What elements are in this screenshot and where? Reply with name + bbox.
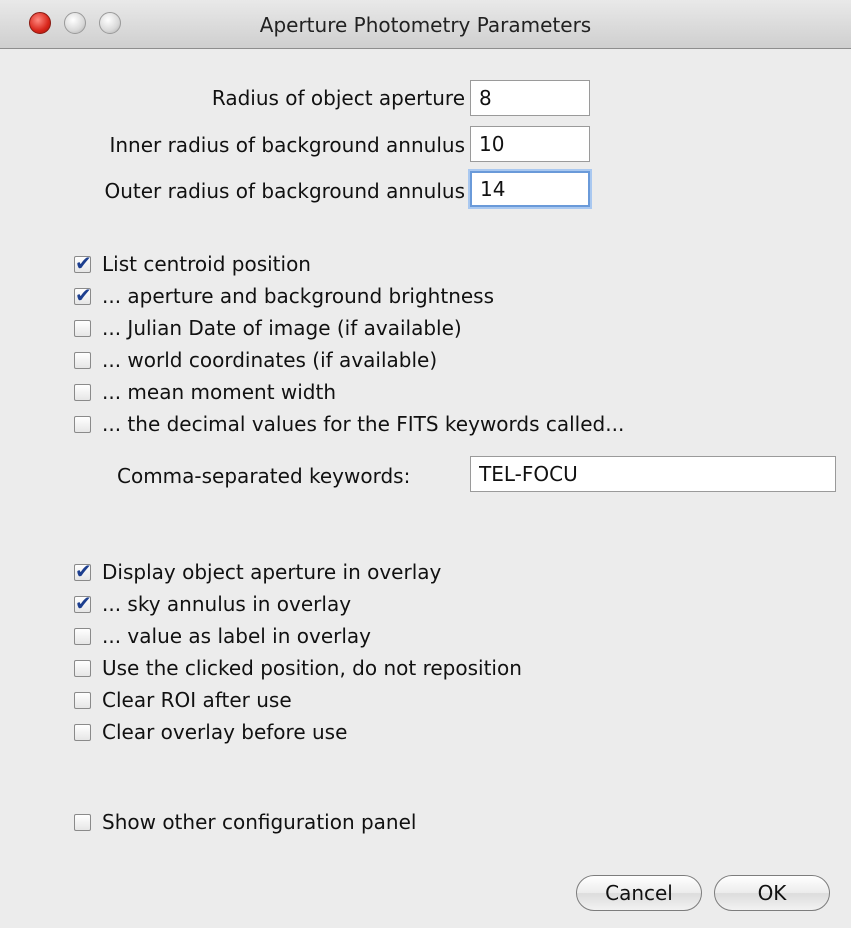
clicked-position-checkbox[interactable]: Use the clicked position, do not reposit… [74, 654, 522, 682]
window-title: Aperture Photometry Parameters [259, 13, 592, 37]
aperture-photometry-dialog: Aperture Photometry Parameters Radius of… [0, 0, 851, 928]
checkbox-label: Display object aperture in overlay [102, 560, 442, 584]
keywords-label: Comma-separated keywords: [117, 464, 411, 488]
outer-annulus-radius-label: Outer radius of background annulus [104, 179, 465, 203]
show-config-panel-checkbox[interactable]: Show other configuration panel [74, 808, 416, 836]
checkbox-label: ... value as label in overlay [102, 624, 372, 648]
brightness-checkbox[interactable]: ... aperture and background brightness [74, 282, 494, 310]
checkbox-label: ... aperture and background brightness [102, 284, 495, 308]
clear-roi-checkbox[interactable]: Clear ROI after use [74, 686, 292, 714]
checkbox-label: ... world coordinates (if available) [102, 348, 438, 372]
checkbox-label: Clear overlay before use [102, 720, 348, 744]
checkbox-icon[interactable] [74, 591, 92, 615]
inner-annulus-radius-input[interactable] [470, 126, 590, 162]
checkbox-icon[interactable] [74, 659, 91, 677]
checkbox-icon[interactable] [74, 813, 91, 831]
display-aperture-overlay-checkbox[interactable]: Display object aperture in overlay [74, 558, 441, 586]
title-bar[interactable]: Aperture Photometry Parameters [0, 0, 851, 49]
checkbox-icon[interactable] [74, 351, 91, 369]
checkbox-icon[interactable] [74, 283, 92, 307]
ok-button[interactable]: OK [714, 875, 830, 911]
moment-width-checkbox[interactable]: ... mean moment width [74, 378, 336, 406]
checkbox-label: List centroid position [102, 252, 311, 276]
sky-annulus-overlay-checkbox[interactable]: ... sky annulus in overlay [74, 590, 351, 618]
checkbox-icon[interactable] [74, 251, 92, 275]
outer-annulus-radius-input[interactable] [470, 171, 590, 207]
clear-overlay-checkbox[interactable]: Clear overlay before use [74, 718, 347, 746]
object-aperture-radius-label: Radius of object aperture [211, 86, 465, 110]
checkbox-icon[interactable] [74, 415, 91, 433]
list-centroid-checkbox[interactable]: List centroid position [74, 250, 311, 278]
checkbox-label: Use the clicked position, do not reposit… [102, 656, 522, 680]
checkbox-label: Show other configuration panel [102, 810, 417, 834]
checkbox-icon[interactable] [74, 691, 91, 709]
world-coordinates-checkbox[interactable]: ... world coordinates (if available) [74, 346, 437, 374]
checkbox-icon[interactable] [74, 383, 91, 401]
cancel-button[interactable]: Cancel [576, 875, 702, 911]
checkbox-icon[interactable] [74, 627, 91, 645]
keywords-input[interactable] [470, 456, 836, 492]
checkbox-label: ... sky annulus in overlay [102, 592, 352, 616]
checkbox-icon[interactable] [74, 723, 91, 741]
julian-date-checkbox[interactable]: ... Julian Date of image (if available) [74, 314, 462, 342]
fits-keywords-checkbox[interactable]: ... the decimal values for the FITS keyw… [74, 410, 624, 438]
checkbox-icon[interactable] [74, 559, 92, 583]
checkbox-icon[interactable] [74, 319, 91, 337]
checkbox-label: ... the decimal values for the FITS keyw… [102, 412, 625, 436]
value-label-overlay-checkbox[interactable]: ... value as label in overlay [74, 622, 371, 650]
checkbox-label: ... mean moment width [102, 380, 337, 404]
checkbox-label: ... Julian Date of image (if available) [102, 316, 462, 340]
object-aperture-radius-input[interactable] [470, 80, 590, 116]
inner-annulus-radius-label: Inner radius of background annulus [109, 133, 465, 157]
checkbox-label: Clear ROI after use [102, 688, 292, 712]
